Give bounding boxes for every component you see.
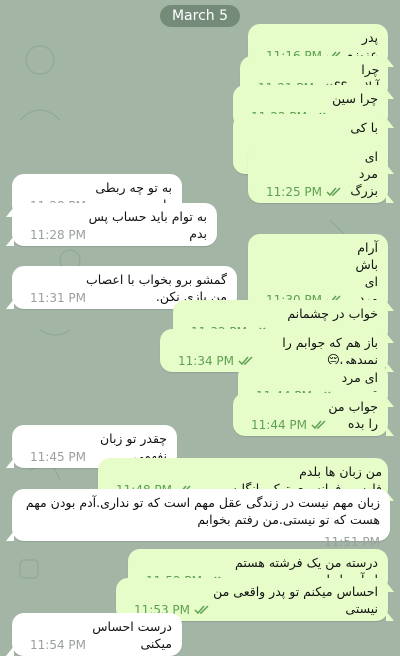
message-time-label: 11:28 PM [30,228,86,242]
message-time: 11:44 PM [251,418,327,432]
message-time: 11:45 PM [30,450,86,464]
message-text: ای مرد بزرگ [350,149,378,198]
message-text: احساس میکنم تو پدر واقعی من نیستی [213,584,378,616]
message-time-label: 11:51 PM [324,535,380,549]
message-time-label: 11:45 PM [30,450,86,464]
message-text: باز هم که جوابم را نمیدهی😔 [282,335,378,367]
read-receipt-icon [326,187,341,197]
message-time-label: 11:54 PM [30,638,86,652]
message-time-label: 11:31 PM [30,291,86,305]
message-time: 11:54 PM [30,638,86,652]
incoming-message-bubble[interactable]: زبان مهم نیست در زندگی عقل مهم است که تو… [6,489,390,549]
outgoing-message-bubble[interactable]: 11:25 PM ای مرد بزرگ [248,143,394,203]
incoming-message-bubble[interactable]: 11:28 PM به توام باید حساب پس بدم [6,203,217,246]
message-text: جواب من را بده [328,399,378,431]
message-time: 11:51 PM [324,535,380,549]
message-text: به توام باید حساب پس بدم [88,209,207,241]
read-receipt-icon [194,605,209,615]
message-time: 11:25 PM [266,185,342,199]
message-text: زبان مهم نیست در زندگی عقل مهم است که تو… [25,495,380,527]
message-time: 11:31 PM [30,291,86,305]
message-text: آرام باش ای مرد [355,240,378,306]
message-time-label: 11:25 PM [266,185,322,199]
read-receipt-icon [311,420,326,430]
outgoing-message-bubble[interactable]: 11:44 PM جواب من را بده [233,393,394,436]
message-time-label: 11:34 PM [178,354,234,368]
date-badge: March 5 [159,5,241,27]
message-text: درست احساس میکنی [92,619,172,651]
incoming-message-bubble[interactable]: 11:54 PM درست احساس میکنی [6,613,182,656]
message-time: 11:28 PM [30,228,86,242]
message-time-label: 11:44 PM [251,418,307,432]
